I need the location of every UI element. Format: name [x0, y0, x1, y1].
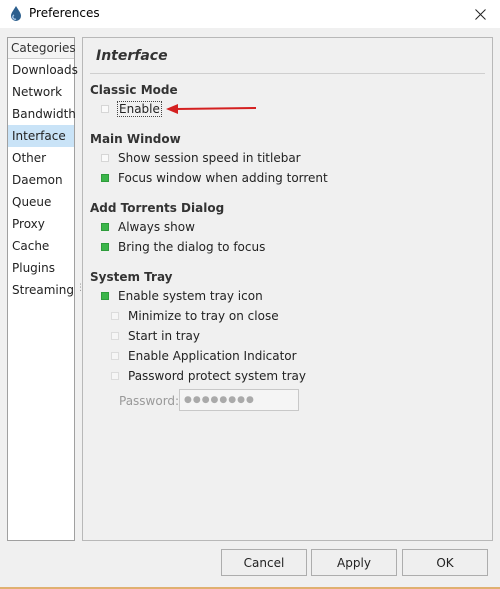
system-tray-heading: System Tray — [90, 270, 173, 284]
focus-window-label: Focus window when adding torrent — [118, 171, 328, 185]
enable-tray-icon-label: Enable system tray icon — [118, 289, 263, 303]
sidebar-item-proxy[interactable]: Proxy — [8, 213, 74, 235]
close-button[interactable] — [460, 0, 500, 28]
checkbox-unchecked — [111, 312, 119, 320]
sidebar-item-other[interactable]: Other — [8, 147, 74, 169]
main-window-heading: Main Window — [90, 132, 181, 146]
sidebar-item-cache[interactable]: Cache — [8, 235, 74, 257]
focus-window-checkbox[interactable]: Focus window when adding torrent — [101, 170, 328, 186]
panel-divider — [90, 73, 485, 74]
minimize-to-tray-checkbox[interactable]: Minimize to tray on close — [111, 308, 279, 324]
sidebar-item-network[interactable]: Network — [8, 81, 74, 103]
classic-mode-enable-label: Enable — [117, 101, 162, 117]
close-icon — [474, 8, 486, 20]
show-session-speed-label: Show session speed in titlebar — [118, 151, 301, 165]
always-show-checkbox[interactable]: Always show — [101, 219, 195, 235]
ok-button[interactable]: OK — [402, 549, 488, 576]
checkbox-unchecked — [111, 332, 119, 340]
classic-mode-heading: Classic Mode — [90, 83, 178, 97]
title-bar: Preferences — [0, 0, 500, 28]
sidebar-item-streaming[interactable]: Streaming — [8, 279, 74, 301]
panel-title: Interface — [96, 48, 168, 64]
deluge-app-icon — [11, 6, 21, 21]
checkbox-unchecked — [101, 105, 109, 113]
checkbox-checked — [101, 223, 109, 231]
password-protect-checkbox[interactable]: Password protect system tray — [111, 368, 306, 384]
apply-button[interactable]: Apply — [311, 549, 397, 576]
checkbox-unchecked — [111, 352, 119, 360]
show-session-speed-checkbox[interactable]: Show session speed in titlebar — [101, 150, 301, 166]
sidebar-item-downloads[interactable]: Downloads — [8, 59, 78, 81]
preferences-window: Preferences Categories Downloads Network… — [0, 0, 500, 589]
password-field[interactable]: ●●●●●●●● — [179, 389, 299, 411]
sidebar-item-bandwidth[interactable]: Bandwidth — [8, 103, 76, 125]
sidebar-item-interface[interactable]: Interface — [8, 125, 74, 147]
always-show-label: Always show — [118, 220, 195, 234]
bring-dialog-focus-label: Bring the dialog to focus — [118, 240, 266, 254]
red-arrow-annotation — [166, 104, 257, 114]
password-label: Password: — [119, 394, 180, 408]
cancel-button[interactable]: Cancel — [221, 549, 307, 576]
sidebar-item-queue[interactable]: Queue — [8, 191, 74, 213]
password-protect-label: Password protect system tray — [128, 369, 306, 383]
pane-splitter-handle[interactable]: ⋮ — [76, 283, 85, 293]
checkbox-checked — [101, 243, 109, 251]
classic-mode-enable-checkbox[interactable]: Enable — [101, 101, 162, 117]
interface-panel: Interface Classic Mode Enable Main Windo… — [82, 37, 493, 541]
bring-dialog-focus-checkbox[interactable]: Bring the dialog to focus — [101, 239, 265, 255]
start-in-tray-checkbox[interactable]: Start in tray — [111, 328, 200, 344]
sidebar-item-plugins[interactable]: Plugins — [8, 257, 74, 279]
app-indicator-checkbox[interactable]: Enable Application Indicator — [111, 348, 297, 364]
window-title: Preferences — [29, 6, 100, 20]
checkbox-checked — [101, 292, 109, 300]
checkbox-unchecked — [111, 372, 119, 380]
app-indicator-label: Enable Application Indicator — [128, 349, 297, 363]
sidebar-item-daemon[interactable]: Daemon — [8, 169, 74, 191]
enable-tray-icon-checkbox[interactable]: Enable system tray icon — [101, 288, 263, 304]
add-torrents-dialog-heading: Add Torrents Dialog — [90, 201, 225, 215]
checkbox-unchecked — [101, 154, 109, 162]
minimize-to-tray-label: Minimize to tray on close — [128, 309, 279, 323]
checkbox-checked — [101, 174, 109, 182]
categories-header[interactable]: Categories — [8, 38, 76, 59]
categories-list: Categories Downloads Network Bandwidth I… — [7, 37, 78, 541]
start-in-tray-label: Start in tray — [128, 329, 200, 343]
